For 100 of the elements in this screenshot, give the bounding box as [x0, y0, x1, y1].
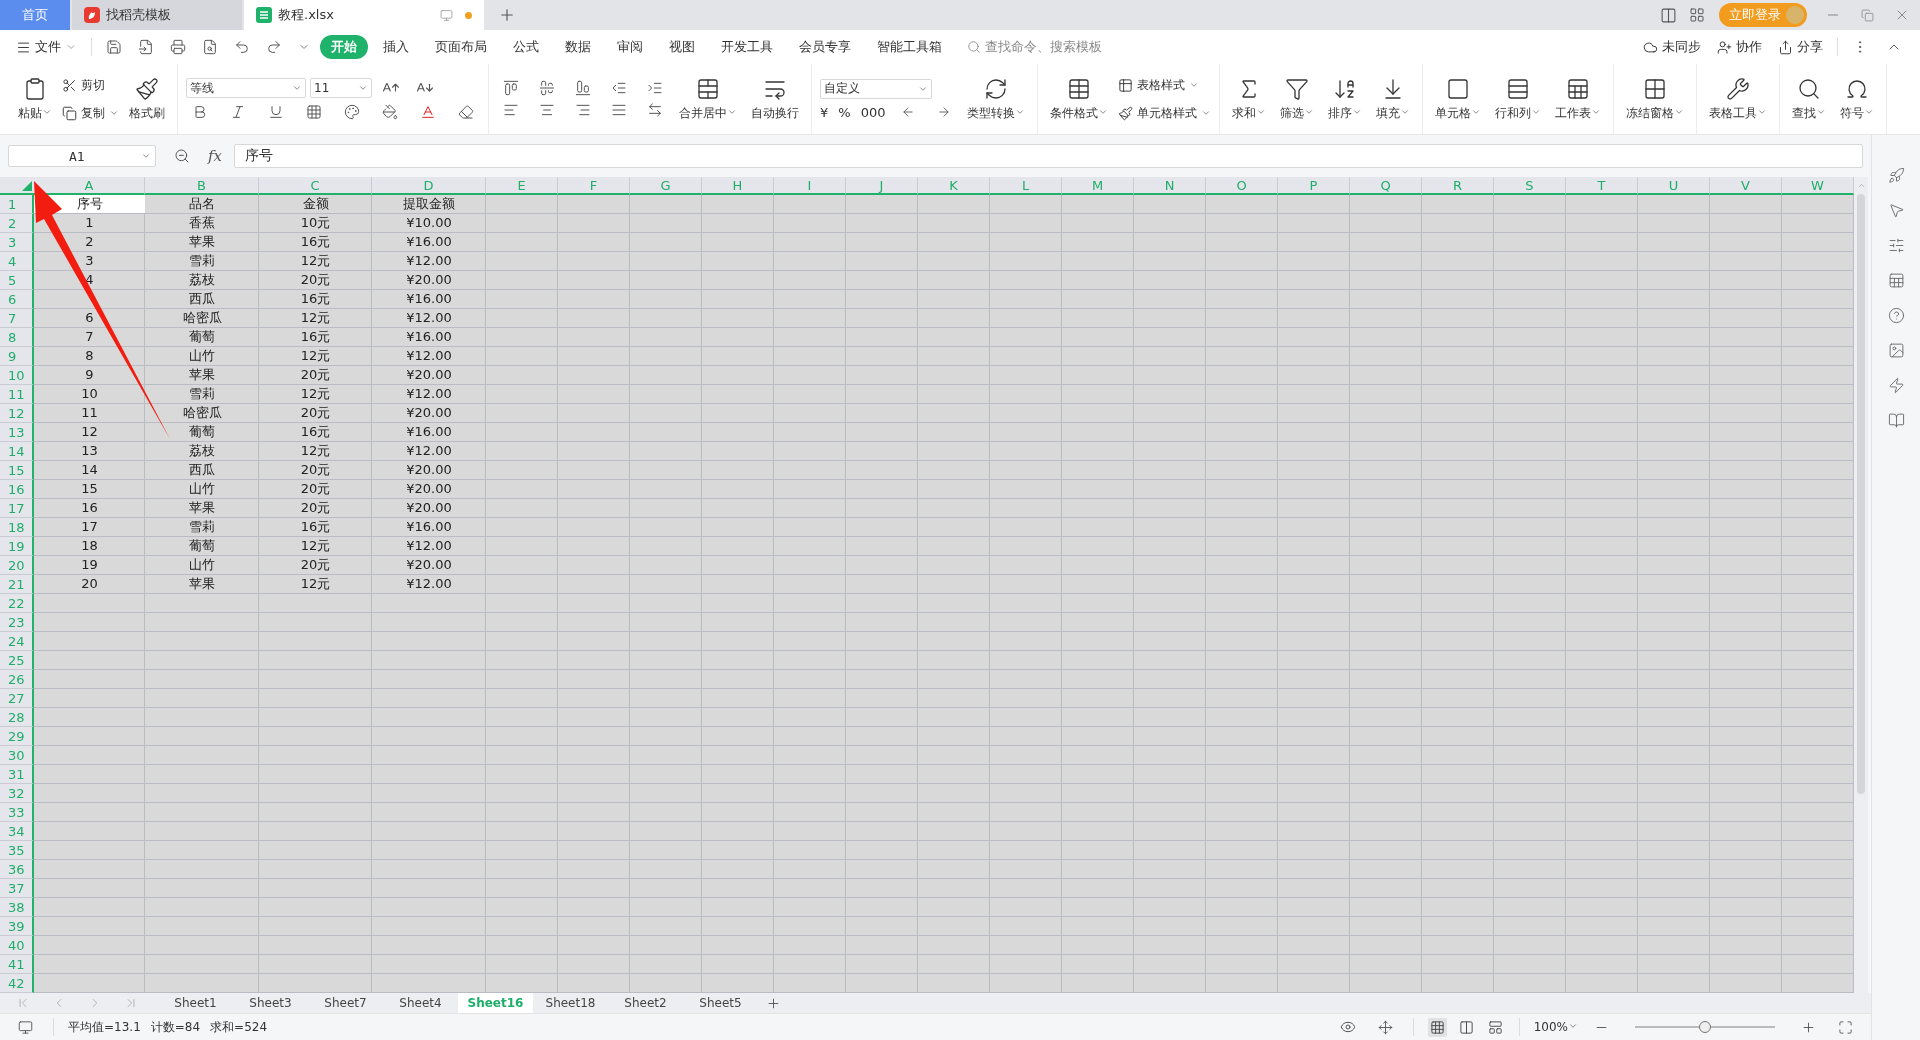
ribbon-button[interactable]: 排序	[1324, 76, 1367, 122]
column-header[interactable]: G	[630, 177, 702, 195]
row-header[interactable]: 23	[0, 613, 34, 632]
column-header[interactable]: W	[1782, 177, 1854, 195]
ribbon-tab[interactable]: 审阅	[606, 35, 654, 59]
sheet-tab[interactable]: Sheet7	[308, 993, 383, 1013]
decrease-decimal-icon[interactable]	[937, 105, 952, 119]
row-header[interactable]: 27	[0, 689, 34, 708]
number-format-button[interactable]: %	[838, 104, 851, 120]
sheet-tab[interactable]: Sheet18	[533, 993, 608, 1013]
row-header[interactable]: 24	[0, 632, 34, 651]
ribbon-button[interactable]: 冻结窗格	[1622, 76, 1689, 122]
document-tab[interactable]: 首页	[0, 0, 70, 30]
help-icon[interactable]	[1887, 307, 1905, 324]
image-icon[interactable]	[1887, 342, 1905, 359]
export-icon[interactable]	[138, 39, 154, 55]
border-icon[interactable]	[306, 104, 322, 120]
toolbar-action[interactable]: 未同步	[1637, 38, 1707, 56]
column-header[interactable]: V	[1710, 177, 1782, 195]
font-name-select[interactable]: 等线	[186, 78, 306, 98]
row-header[interactable]: 31	[0, 765, 34, 784]
ribbon-button[interactable]: 单元格	[1431, 76, 1486, 122]
ribbon-button[interactable]: 格式刷	[125, 76, 169, 122]
row-header[interactable]: 9	[0, 347, 34, 366]
ribbon-button[interactable]: 填充	[1372, 76, 1415, 122]
row-header[interactable]: 21	[0, 575, 34, 594]
print-preview-icon[interactable]	[202, 39, 218, 55]
lightning-icon[interactable]	[1887, 377, 1905, 394]
row-header[interactable]: 29	[0, 727, 34, 746]
row-header[interactable]: 38	[0, 898, 34, 917]
ribbon-button[interactable]: 表格样式	[1118, 74, 1212, 96]
indent-increase-icon[interactable]	[647, 80, 663, 96]
number-format-select[interactable]: 自定义	[820, 78, 932, 99]
row-header[interactable]: 35	[0, 841, 34, 860]
row-header[interactable]: 5	[0, 271, 34, 290]
ribbon-button[interactable]: 类型转换	[963, 76, 1030, 122]
column-header[interactable]: T	[1566, 177, 1638, 195]
row-header[interactable]: 11	[0, 385, 34, 404]
macro-icon[interactable]	[18, 1019, 33, 1035]
zoom-slider-thumb[interactable]	[1699, 1021, 1711, 1033]
ribbon-tab[interactable]: 智能工具箱	[866, 35, 953, 59]
column-header[interactable]: I	[774, 177, 846, 195]
rocket-icon[interactable]	[1887, 167, 1905, 184]
ribbon-button[interactable]: 筛选	[1276, 76, 1319, 122]
sheet-tab[interactable]: Sheet4	[383, 993, 458, 1013]
ribbon-tab[interactable]: 插入	[372, 35, 420, 59]
row-header[interactable]: 19	[0, 537, 34, 556]
ribbon-tab[interactable]: 开始	[320, 35, 368, 59]
row-header[interactable]: 41	[0, 955, 34, 974]
reading-mode-icon[interactable]	[1660, 6, 1677, 24]
vertical-scrollbar[interactable]	[1854, 177, 1868, 993]
column-header[interactable]: Q	[1350, 177, 1422, 195]
scrollbar-thumb[interactable]	[1857, 194, 1865, 794]
font-size-select[interactable]: 11	[310, 78, 372, 98]
sheet-tab[interactable]: Sheet3	[233, 993, 308, 1013]
ribbon-tab[interactable]: 数据	[554, 35, 602, 59]
row-header[interactable]: 34	[0, 822, 34, 841]
pointer-icon[interactable]	[1887, 202, 1905, 219]
save-icon[interactable]	[106, 39, 122, 55]
column-header[interactable]: O	[1206, 177, 1278, 195]
sheet-tab[interactable]: Sheet16	[458, 993, 533, 1013]
crosshair-icon[interactable]	[1377, 1019, 1393, 1035]
align-middle-icon[interactable]	[539, 80, 555, 96]
row-header[interactable]: 2	[0, 214, 34, 233]
ribbon-button[interactable]: 工作表	[1551, 76, 1606, 122]
column-header[interactable]: S	[1494, 177, 1566, 195]
column-header[interactable]: M	[1062, 177, 1134, 195]
sheet-tab[interactable]: Sheet2	[608, 993, 683, 1013]
row-header[interactable]: 22	[0, 594, 34, 613]
fullscreen-icon[interactable]	[1838, 1019, 1853, 1035]
zoom-icon[interactable]	[174, 148, 190, 164]
ribbon-button[interactable]: 复制	[62, 102, 119, 124]
number-format-button[interactable]: 000	[860, 104, 886, 120]
number-format-button[interactable]: ¥	[820, 104, 829, 120]
ribbon-button[interactable]: 表格工具	[1705, 76, 1772, 122]
ribbon-tab[interactable]: 页面布局	[424, 35, 498, 59]
ribbon-tab[interactable]: 会员专享	[788, 35, 862, 59]
document-tab[interactable]: 教程.xlsx	[244, 0, 484, 30]
row-header[interactable]: 13	[0, 423, 34, 442]
justify-icon[interactable]	[611, 102, 627, 118]
row-header[interactable]: 16	[0, 480, 34, 499]
ribbon-button[interactable]: 条件格式	[1046, 76, 1113, 122]
row-header[interactable]: 30	[0, 746, 34, 765]
row-header[interactable]: 17	[0, 499, 34, 518]
row-header[interactable]: 37	[0, 879, 34, 898]
book-icon[interactable]	[1887, 412, 1905, 429]
sliders-icon[interactable]	[1887, 237, 1905, 254]
row-header[interactable]: 18	[0, 518, 34, 537]
column-header[interactable]: A	[34, 177, 145, 195]
column-header[interactable]: E	[486, 177, 558, 195]
fill-color-icon[interactable]	[382, 104, 398, 120]
page-layout-icon[interactable]	[1458, 1019, 1474, 1035]
column-header[interactable]: F	[558, 177, 630, 195]
redo-icon[interactable]	[266, 39, 282, 55]
font-color-icon[interactable]	[420, 104, 436, 120]
column-header[interactable]: R	[1422, 177, 1494, 195]
column-header[interactable]: D	[372, 177, 486, 195]
row-header[interactable]: 33	[0, 803, 34, 822]
row-header[interactable]: 26	[0, 670, 34, 689]
distribute-icon[interactable]	[647, 102, 663, 118]
